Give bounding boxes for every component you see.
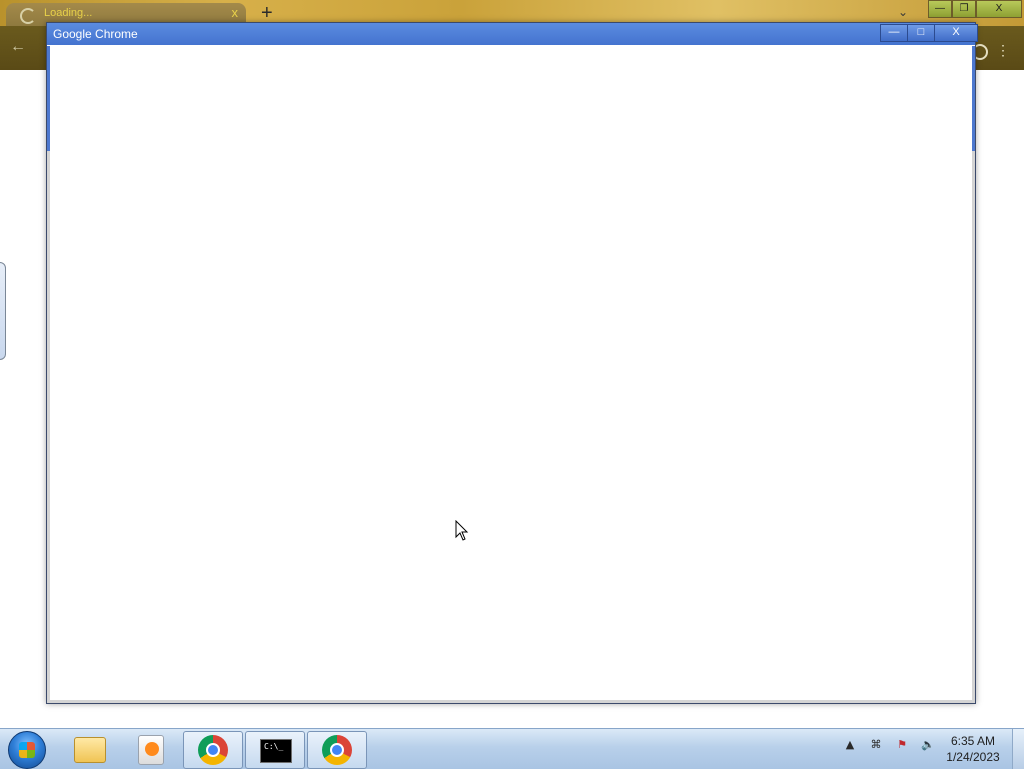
taskbar-chrome-profile[interactable] [183,731,243,769]
taskbar: C:\_ ▲ ⌘ ⚑ 🔈 6:35 AM 1/24/2023 [0,728,1024,769]
background-minimize-button[interactable]: — [928,0,952,18]
back-arrow-icon[interactable]: ← [10,38,26,56]
taskbar-clock[interactable]: 6:35 AM 1/24/2023 [938,733,1008,765]
popup-minimize-button[interactable]: — [880,24,908,42]
tray-overflow-icon[interactable]: ▲ [842,737,858,753]
popup-window: Google Chrome — □ X [46,22,978,704]
tab-title: Loading... [44,7,93,19]
background-restore-button[interactable]: ❐ [952,0,976,18]
start-icon [19,742,35,758]
popup-content-area[interactable] [50,45,972,700]
chrome-icon [198,735,228,765]
popup-close-button[interactable]: X [934,24,978,42]
taskbar-media-player[interactable] [122,731,180,767]
action-center-flag-icon[interactable]: ⚑ [894,737,910,753]
popup-maximize-button[interactable]: □ [907,24,935,42]
side-panel-handle[interactable] [0,262,6,360]
popup-frame-right-lower [972,151,975,703]
folder-icon [74,737,106,763]
media-player-icon [138,735,164,765]
popup-frame-right [972,46,975,151]
system-tray: ▲ ⌘ ⚑ 🔈 [842,737,936,753]
popup-titlebar[interactable]: Google Chrome — □ X [47,23,978,45]
clock-date: 1/24/2023 [946,750,1000,764]
chrome-icon [322,735,352,765]
background-close-button[interactable]: X [976,0,1022,18]
show-desktop-button[interactable] [1012,729,1024,769]
popup-frame-bottom [47,700,975,703]
mouse-cursor-icon [455,520,469,541]
volume-icon[interactable]: 🔈 [920,737,936,753]
background-window-controls: — ❐ X [928,0,1022,18]
start-button[interactable] [8,731,46,769]
loading-spinner-icon [20,8,36,24]
tab-close-button[interactable]: x [232,5,239,20]
menu-kebab-icon[interactable]: ⋮ [996,42,1010,59]
taskbar-command-prompt[interactable]: C:\_ [245,731,305,769]
clock-time: 6:35 AM [950,734,996,748]
popup-window-controls: — □ X [880,24,978,42]
popup-title: Google Chrome [53,27,138,41]
taskbar-file-explorer[interactable] [60,731,118,767]
network-icon[interactable]: ⌘ [868,737,884,753]
taskbar-chrome[interactable] [307,731,367,769]
tab-search-button[interactable]: ⌄ [898,5,908,19]
command-prompt-icon: C:\_ [260,739,292,763]
